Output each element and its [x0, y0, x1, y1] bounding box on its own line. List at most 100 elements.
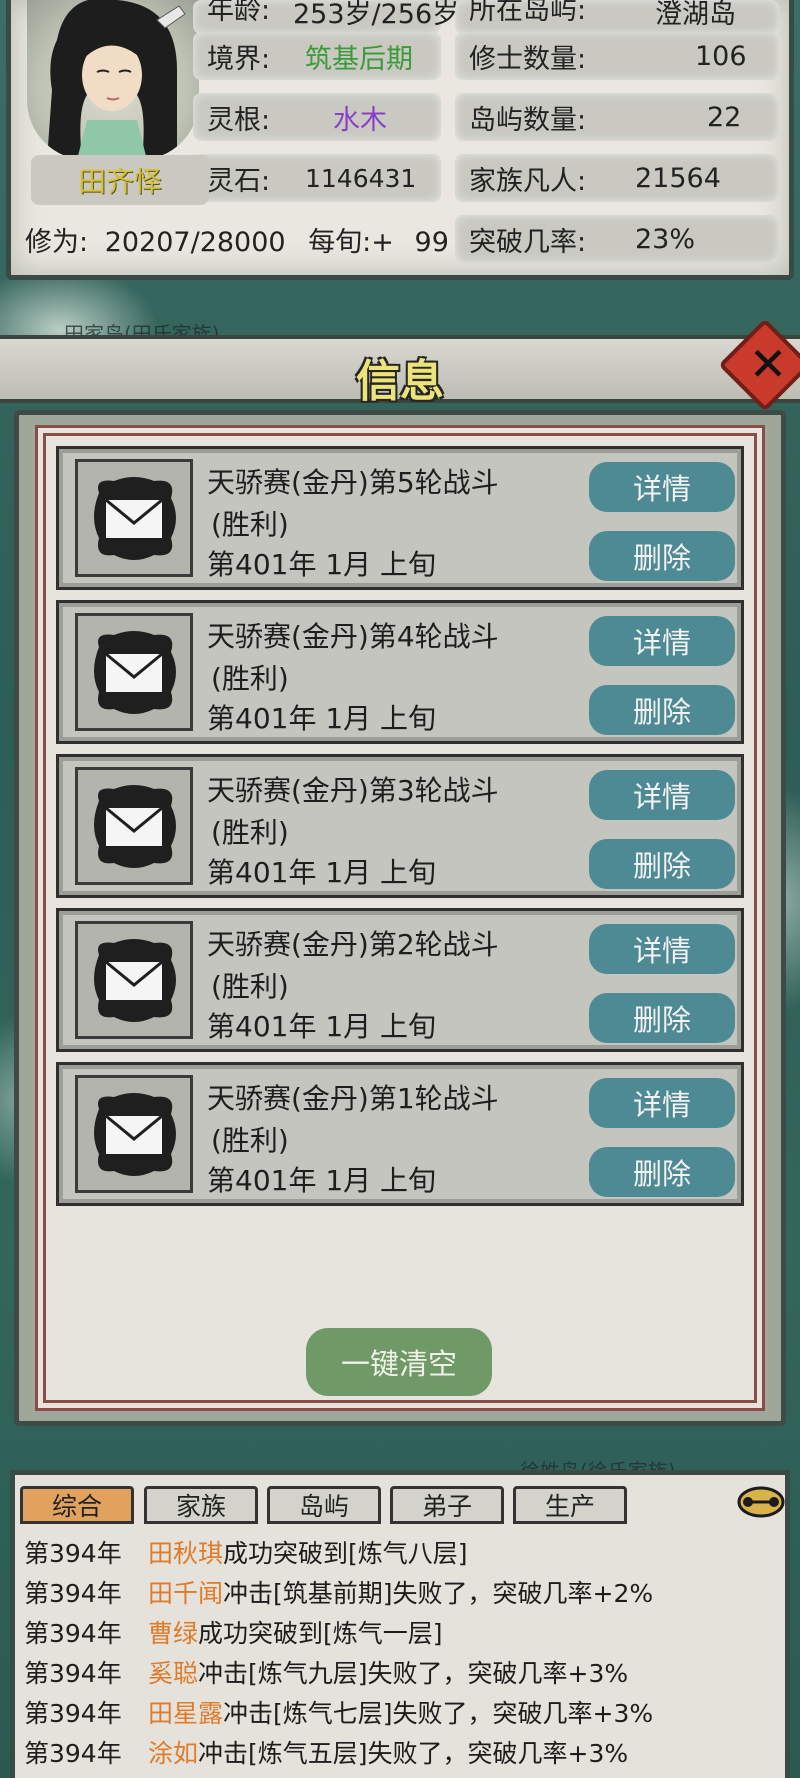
mail-envelope-icon — [75, 767, 193, 885]
cultivation-row: 修为: 20207/28000 每旬:+ 99 — [25, 220, 449, 259]
spirit-root-cell: 灵根: 水木 — [193, 93, 441, 141]
detail-button[interactable]: 详情 — [589, 616, 735, 666]
location-cell: 所在岛屿: 澄湖岛 — [455, 0, 779, 34]
breakthrough-cell: 突破几率: 23% — [455, 215, 779, 263]
log-year: 第394年 — [24, 1739, 122, 1768]
delete-button[interactable]: 删除 — [589, 685, 735, 735]
spirit-root-label: 灵根: — [207, 104, 271, 136]
dialog-title: 信息 — [356, 356, 444, 407]
log-entry: 第394年 田秋琪成功突破到[炼气八层] — [24, 1534, 468, 1570]
message-title: 天骄赛(金丹)第2轮战斗 — [207, 928, 499, 961]
detail-button[interactable]: 详情 — [589, 770, 735, 820]
message-result: (胜利) — [211, 970, 289, 1003]
tab-general[interactable]: 综合 — [20, 1486, 134, 1524]
log-entry: 第394年 田星露冲击[炼气七层]失败了，突破几率+3% — [24, 1694, 653, 1730]
delete-button[interactable]: 删除 — [589, 1147, 735, 1197]
message-title: 天骄赛(金丹)第3轮战斗 — [207, 774, 499, 807]
message-card-2: 天骄赛(金丹)第4轮战斗 (胜利) 第401年 1月 上旬 详情 删除 — [56, 600, 744, 744]
message-date: 第401年 1月 上旬 — [207, 1164, 437, 1197]
location-label: 所在岛屿: — [469, 0, 587, 26]
log-year: 第394年 — [24, 1579, 122, 1608]
message-result: (胜利) — [211, 1124, 289, 1157]
dialog-header: 信息 — [0, 335, 800, 407]
mortals-label: 家族凡人: — [469, 165, 587, 197]
mortals-value: 21564 — [635, 162, 721, 194]
log-year: 第394年 — [24, 1619, 122, 1648]
detail-button[interactable]: 详情 — [589, 1078, 735, 1128]
close-x-icon[interactable]: ✕ — [738, 334, 798, 394]
message-result: (胜利) — [211, 816, 289, 849]
message-result: (胜利) — [211, 508, 289, 541]
message-card-3: 天骄赛(金丹)第3轮战斗 (胜利) 第401年 1月 上旬 详情 删除 — [56, 754, 744, 898]
log-year: 第394年 — [24, 1659, 122, 1688]
cultivators-cell: 修士数量: 106 — [455, 32, 779, 80]
log-entry: 第394年 曹绿成功突破到[炼气一层] — [24, 1614, 443, 1650]
scroll-toggle-icon[interactable] — [734, 1478, 788, 1522]
log-text: 冲击[炼气七层]失败了，突破几率+3% — [223, 1699, 654, 1728]
log-text: 成功突破到[炼气一层] — [198, 1619, 443, 1648]
log-year: 第394年 — [24, 1539, 122, 1568]
log-entry: 第394年 奚聪冲击[炼气九层]失败了，突破几率+3% — [24, 1654, 628, 1690]
spirit-root-value: 水木 — [333, 104, 387, 136]
log-name[interactable]: 曹绿 — [148, 1619, 198, 1648]
message-date: 第401年 1月 上旬 — [207, 1010, 437, 1043]
mail-envelope-icon — [75, 459, 193, 577]
log-name[interactable]: 田星露 — [148, 1699, 223, 1728]
message-date: 第401年 1月 上旬 — [207, 856, 437, 889]
message-card-5: 天骄赛(金丹)第1轮战斗 (胜利) 第401年 1月 上旬 详情 删除 — [56, 1062, 744, 1206]
log-text: 冲击[炼气五层]失败了，突破几率+3% — [198, 1739, 629, 1768]
message-title: 天骄赛(金丹)第5轮战斗 — [207, 466, 499, 499]
message-date: 第401年 1月 上旬 — [207, 548, 437, 581]
cultivation-value: 20207/28000 — [104, 227, 286, 258]
log-entry: 第394年 涂如冲击[炼气五层]失败了，突破几率+3% — [24, 1734, 628, 1770]
log-year: 第394年 — [24, 1699, 122, 1728]
log-text: 成功突破到[炼气八层] — [223, 1539, 468, 1568]
realm-cell: 境界: 筑基后期 — [193, 32, 441, 80]
tab-islands[interactable]: 岛屿 — [267, 1486, 381, 1524]
detail-button[interactable]: 详情 — [589, 924, 735, 974]
character-name: 田齐怿 — [77, 165, 162, 198]
cultivators-label: 修士数量: — [469, 43, 587, 75]
delete-button[interactable]: 删除 — [589, 839, 735, 889]
per-xun-label: 每旬:+ — [308, 227, 394, 258]
tab-production[interactable]: 生产 — [513, 1486, 627, 1524]
detail-button[interactable]: 详情 — [589, 462, 735, 512]
log-name[interactable]: 田千闻 — [148, 1579, 223, 1608]
log-name[interactable]: 田秋琪 — [148, 1539, 223, 1568]
log-name[interactable]: 奚聪 — [148, 1659, 198, 1688]
cultivators-value: 106 — [695, 40, 747, 72]
tab-family[interactable]: 家族 — [144, 1486, 258, 1524]
message-card-4: 天骄赛(金丹)第2轮战斗 (胜利) 第401年 1月 上旬 详情 删除 — [56, 908, 744, 1052]
mail-envelope-icon — [75, 921, 193, 1039]
age-cell: 年龄: 253岁/256岁 — [193, 0, 459, 34]
log-entry: 第394年 田千闻冲击[筑基前期]失败了，突破几率+2% — [24, 1574, 653, 1610]
mail-envelope-icon — [75, 1075, 193, 1193]
mortals-cell: 家族凡人: 21564 — [455, 154, 779, 202]
message-title: 天骄赛(金丹)第1轮战斗 — [207, 1082, 499, 1115]
breakthrough-label: 突破几率: — [469, 226, 587, 258]
realm-label: 境界: — [207, 43, 271, 75]
clear-all-button[interactable]: 一键清空 — [306, 1328, 492, 1396]
character-name-plate[interactable]: 田齐怿 — [31, 155, 209, 205]
islands-value: 22 — [707, 101, 742, 133]
location-value: 澄湖岛 — [655, 0, 736, 30]
spirit-stones-value: 1146431 — [305, 163, 417, 193]
breakthrough-value: 23% — [635, 223, 696, 255]
log-text: 冲击[筑基前期]失败了，突破几率+2% — [223, 1579, 654, 1608]
islands-label: 岛屿数量: — [469, 104, 587, 136]
delete-button[interactable]: 删除 — [589, 531, 735, 581]
islands-cell: 岛屿数量: 22 — [455, 93, 779, 141]
log-text: 冲击[炼气九层]失败了，突破几率+3% — [198, 1659, 629, 1688]
character-avatar[interactable] — [27, 0, 199, 160]
delete-button[interactable]: 删除 — [589, 993, 735, 1043]
spirit-stones-cell: 灵石: 1146431 — [193, 154, 441, 202]
tab-disciples[interactable]: 弟子 — [390, 1486, 504, 1524]
cultivation-label: 修为: — [25, 227, 89, 258]
per-xun-value: 99 — [414, 227, 449, 258]
log-name[interactable]: 涂如 — [148, 1739, 198, 1768]
message-result: (胜利) — [211, 662, 289, 695]
avatar-portrait-icon — [47, 0, 186, 160]
realm-value: 筑基后期 — [305, 43, 413, 75]
age-label: 年龄: — [207, 0, 271, 26]
message-date: 第401年 1月 上旬 — [207, 702, 437, 735]
